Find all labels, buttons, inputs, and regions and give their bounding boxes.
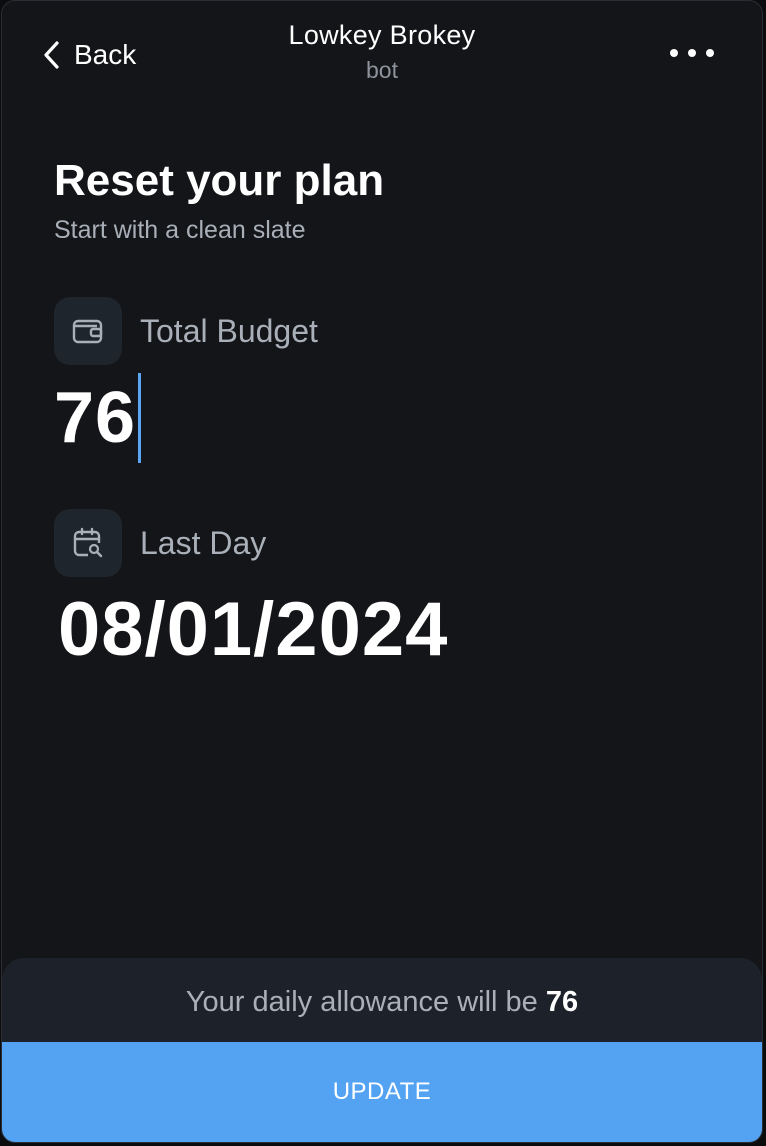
wallet-icon: [54, 297, 122, 365]
last-day-field-header: Last Day: [54, 509, 266, 577]
more-dot: [688, 49, 696, 57]
page-title: Reset your plan: [54, 156, 385, 205]
allowance-prefix: Your daily allowance will be: [185, 986, 538, 1018]
last-day-label: Last Day: [140, 524, 267, 561]
page-subtitle: Start with a clean slate: [54, 216, 306, 244]
reset-plan-form: Reset your plan Start with a clean slate…: [54, 151, 722, 672]
budget-input[interactable]: 76: [54, 373, 142, 463]
allowance-value: 76: [545, 986, 579, 1018]
calendar-search-icon: [54, 509, 122, 577]
budget-field-header: Total Budget: [54, 297, 318, 365]
app-window: Back Lowkey Brokey bot Reset your plan S…: [1, 0, 763, 1143]
app-subtitle: bot: [366, 57, 398, 83]
budget-value: 76: [54, 378, 137, 458]
daily-allowance-text: Your daily allowance will be 76: [2, 982, 762, 1022]
title-block: Lowkey Brokey bot: [2, 17, 762, 87]
more-dot: [706, 49, 714, 57]
more-dot: [670, 49, 678, 57]
app-title: Lowkey Brokey: [288, 20, 476, 50]
update-button[interactable]: UPDATE: [2, 1042, 762, 1142]
bottom-panel: Your daily allowance will be 76 UPDATE: [2, 958, 762, 1142]
more-options-button[interactable]: [670, 39, 714, 67]
text-caret: [138, 373, 142, 463]
last-day-input[interactable]: 08/01/2024: [58, 585, 448, 675]
budget-label: Total Budget: [140, 312, 318, 349]
header: Back Lowkey Brokey bot: [2, 1, 762, 101]
